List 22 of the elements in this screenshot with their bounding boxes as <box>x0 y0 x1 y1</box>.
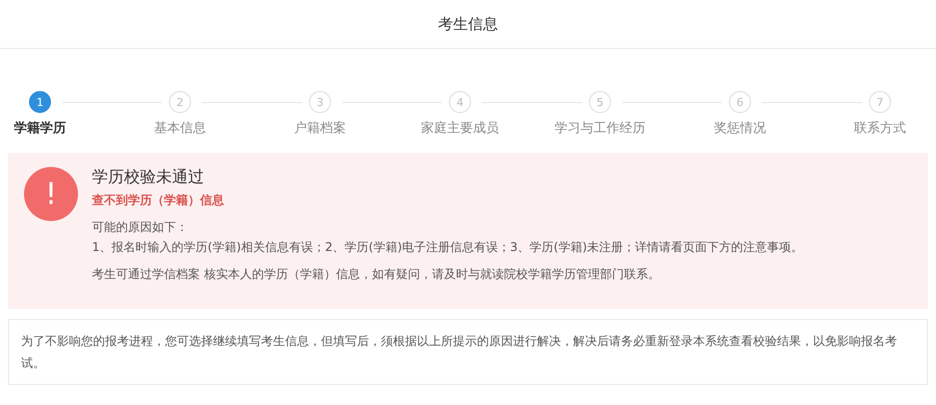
reasons-heading: 可能的原因如下： <box>92 219 188 236</box>
step-label[interactable]: 奖惩情况 <box>714 119 766 137</box>
step-number[interactable]: 3 <box>309 91 331 113</box>
step-label[interactable]: 学习与工作经历 <box>554 119 646 137</box>
step-number[interactable]: 4 <box>449 91 471 113</box>
step-label[interactable]: 联系方式 <box>854 119 906 137</box>
step-number[interactable]: 6 <box>729 91 751 113</box>
step-label[interactable]: 学籍学历 <box>14 119 66 137</box>
step-label[interactable]: 基本信息 <box>154 119 206 137</box>
notice-text: 为了不影响您的报考进程，您可选择继续填写考生信息，但填写后，须根据以上所提示的原因进行解决，解决后请务必重新登录本系统查看校验结果，以免影响报名考试。 <box>21 333 898 372</box>
step-number[interactable]: 2 <box>169 91 191 113</box>
step-number[interactable]: 1 <box>29 91 51 113</box>
page-title: 考生信息 <box>438 14 498 34</box>
error-subtitle: 查不到学历（学籍）信息 <box>92 192 224 209</box>
warning-icon: ! <box>24 167 78 221</box>
step-label[interactable]: 家庭主要成员 <box>421 119 499 137</box>
step-number[interactable]: 7 <box>869 91 891 113</box>
step-label[interactable]: 户籍档案 <box>294 119 346 137</box>
step-number[interactable]: 5 <box>589 91 611 113</box>
error-title: 学历校验未通过 <box>92 167 204 188</box>
advice-text: 考生可通过学信档案 核实本人的学历（学籍）信息，如有疑问，请及时与就读院校学籍学历管理部门联系。 <box>92 266 660 283</box>
reasons-text: 1、报名时输入的学历(学籍)相关信息有误；2、学历(学籍)电子注册信息有误；3、学历(学籍)未注册；详情请看页面下方的注意事项。 <box>92 239 803 256</box>
